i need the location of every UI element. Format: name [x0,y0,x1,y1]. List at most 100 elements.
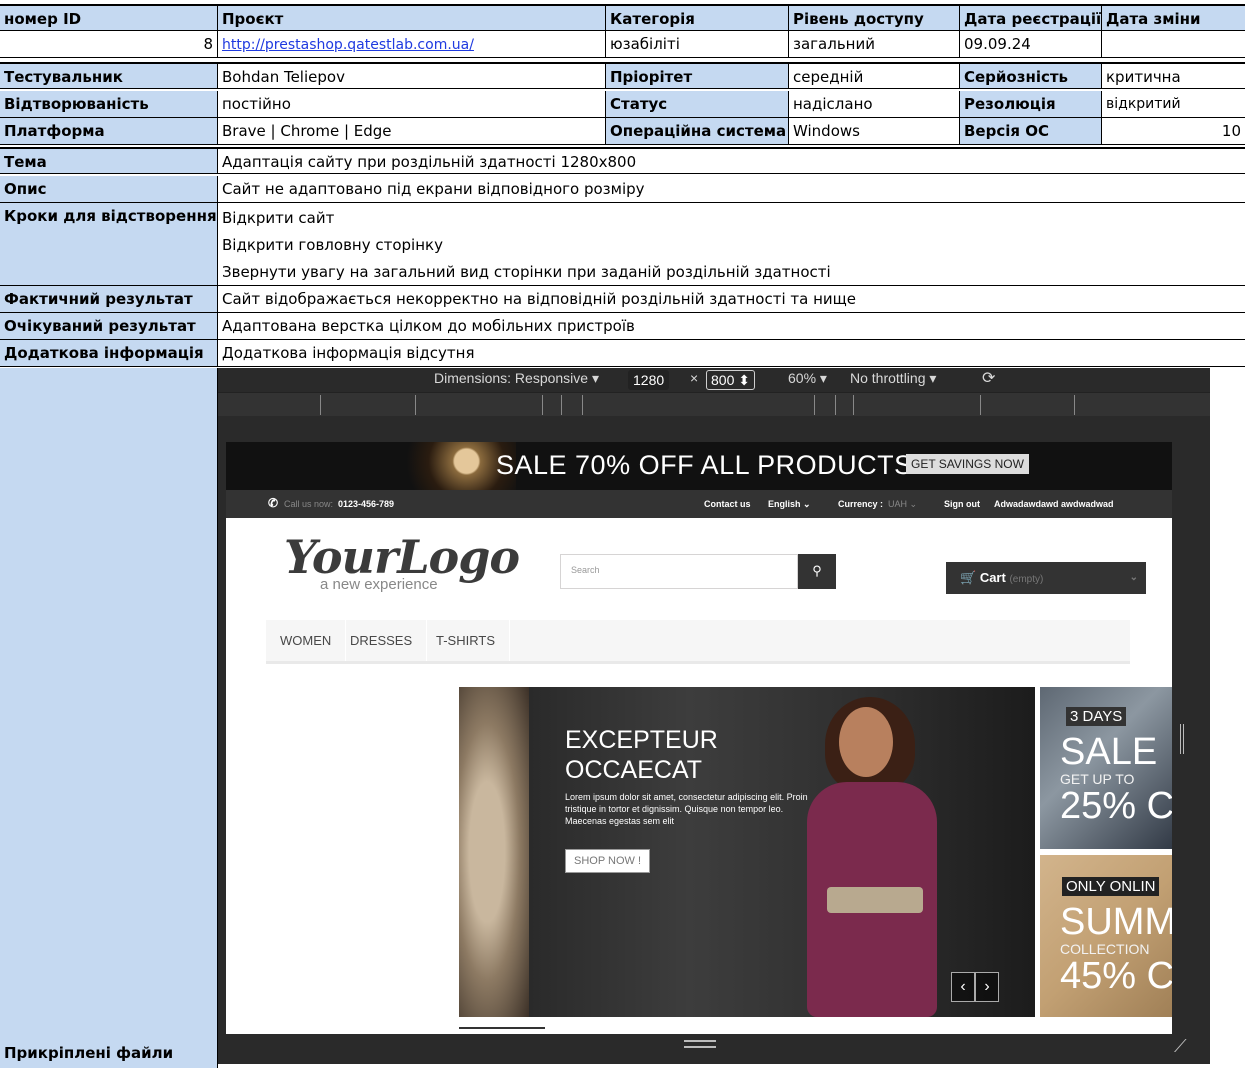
cell-priority[interactable]: середній [789,62,960,89]
attached-screenshot[interactable]: Dimensions: Responsive ▾ 1280 × 800 ⬍ 60… [218,368,1210,1064]
slide-title: EXCEPTEUR OCCAECAT [565,725,718,785]
promo-banner-sale[interactable]: 3 DAYS SALE GET UP TO 25% C [1040,687,1172,849]
logo-tagline: a new experience [320,576,438,593]
rotate-icon[interactable]: ⟳ [982,368,995,388]
label-topic[interactable]: Тема [0,147,218,174]
step-1[interactable]: Відкрити сайт [218,205,1245,232]
label-priority[interactable]: Пріорітет [606,62,789,89]
get-savings-button[interactable]: GET SAVINGS NOW [906,454,1029,474]
main-menu: WOMEN DRESSES T-SHIRTS [266,620,1130,664]
slide-title-line-1: EXCEPTEUR [565,726,718,754]
label-tester[interactable]: Тестувальник [0,62,218,89]
promo2-headline: SUMM [1060,901,1172,943]
cell-topic[interactable]: Адаптація сайту при роздільній здатності… [218,147,1245,174]
shop-now-button[interactable]: SHOP NOW ! [565,849,651,873]
label-severity[interactable]: Серйозність [960,62,1102,89]
dimensions-dropdown[interactable]: Dimensions: Responsive ▾ [434,370,599,387]
label-extra[interactable]: Додаткова інформація [0,340,218,367]
cell-expected[interactable]: Адаптована верстка цілком до мобільних п… [218,313,1245,340]
header-id[interactable]: номер ID [0,4,218,31]
top-nav: ✆ Call us now: 0123-456-789 Contact us E… [226,490,1172,518]
currency-label[interactable]: Currency : [838,499,883,509]
slide-title-line-2: OCCAECAT [565,756,703,784]
label-resolution[interactable]: Резолюція [960,91,1102,118]
label-platform[interactable]: Платформа [0,118,218,145]
search-icon[interactable]: ⚲ [798,554,836,589]
promo1-headline: SALE [1060,731,1158,773]
label-os[interactable]: Операційна система [606,118,789,145]
cell-severity[interactable]: критична [1102,62,1245,89]
width-input[interactable]: 1280 [628,370,670,390]
height-input[interactable]: 800 ⬍ [706,370,755,390]
header-change-date[interactable]: Дата зміни [1102,4,1245,31]
cell-description[interactable]: Сайт не адаптовано під екрани відповідно… [218,176,1245,203]
promo2-tag: ONLY ONLIN [1062,877,1160,896]
label-expected[interactable]: Очікуваний результат [0,313,218,340]
account-link[interactable]: Adwadawdawd awdwadwad [994,499,1114,509]
cell-project[interactable]: http://prestashop.qatestlab.com.ua/ [218,31,606,58]
step-2[interactable]: Відкрити говловну сторінку [218,232,1245,259]
contact-link[interactable]: Contact us [704,499,751,509]
home-slider[interactable]: EXCEPTEUR OCCAECAT Lorem ipsum dolor sit… [459,687,1035,1017]
resize-corner-icon[interactable]: ⟋ [1174,1036,1187,1057]
label-steps[interactable]: Кроки для відстворення [0,203,218,286]
viewport-side-handle[interactable] [1180,724,1184,754]
cell-actual[interactable]: Сайт відображається некорректно на відпо… [218,286,1245,313]
slider-nav: ‹ › [951,972,999,1002]
throttle-dropdown[interactable]: No throttling ▾ [850,370,936,387]
label-attached-files: Прикріплені файли [4,1044,174,1062]
promo-banner-summer[interactable]: ONLY ONLIN SUMM COLLECTION 45% C [1040,855,1172,1017]
label-os-version[interactable]: Версія ОС [960,118,1102,145]
header-reg-date[interactable]: Дата реєстрації [960,4,1102,31]
attached-files-cell[interactable] [0,368,218,1068]
sign-out-link[interactable]: Sign out [944,499,980,509]
cell-category[interactable]: юзабіліті [606,31,789,58]
cart-button[interactable]: 🛒 Cart (empty) ⌄ [946,562,1146,594]
header-access[interactable]: Рівень доступу [789,4,960,31]
label-status[interactable]: Статус [606,91,789,118]
site-viewport[interactable]: SALE 70% OFF ALL PRODUCTS GET SAVINGS NO… [226,442,1172,1034]
cell-access[interactable]: загальний [789,31,960,58]
cell-status[interactable]: надіслано [789,91,960,118]
label-description[interactable]: Опис [0,176,218,203]
menu-item-women[interactable]: WOMEN [266,620,347,661]
cell-extra[interactable]: Додаткова інформація відсутня [218,340,1245,367]
cell-tester[interactable]: Bohdan Teliepov [218,62,606,89]
cart-icon: 🛒 [960,570,977,585]
zoom-dropdown[interactable]: 60% ▾ [788,370,827,387]
cart-status: (empty) [1009,574,1044,585]
label-actual[interactable]: Фактичний результат [0,286,218,313]
cell-platform[interactable]: Brave | Chrome | Edge [218,118,606,145]
project-link[interactable]: http://prestashop.qatestlab.com.ua/ [222,37,474,53]
slider-underline [459,1027,545,1029]
sale-banner[interactable]: SALE 70% OFF ALL PRODUCTS GET SAVINGS NO… [226,442,1172,490]
slide-copy: Lorem ipsum dolor sit amet, consectetur … [565,792,808,826]
cell-reg-date[interactable]: 09.09.24 [960,31,1102,58]
currency-dropdown[interactable]: UAH ⌄ [888,499,917,510]
cell-os-version[interactable]: 10 [1102,118,1245,145]
search-input[interactable]: Search [560,554,798,589]
header-category[interactable]: Категорія [606,4,789,31]
label-repro[interactable]: Відтворюваність [0,91,218,118]
slide-model-image [799,697,949,1017]
cell-change-date[interactable] [1102,31,1245,58]
cell-resolution[interactable]: відкритий [1102,91,1245,118]
menu-item-dresses[interactable]: DRESSES [336,620,428,661]
chevron-right-icon[interactable]: › [975,972,999,1002]
cell-id[interactable]: 8 [0,31,218,58]
chevron-left-icon[interactable]: ‹ [951,972,975,1002]
media-query-ruler[interactable] [218,392,1210,416]
promo2-percent: 45% C [1060,955,1172,997]
times-symbol: × [690,370,699,386]
cell-os[interactable]: Windows [789,118,960,145]
step-3[interactable]: Звернути увагу на загальний вид сторінки… [218,259,1245,286]
menu-item-tshirts[interactable]: T-SHIRTS [422,620,510,661]
cell-repro[interactable]: постійно [218,91,606,118]
viewport-bottom-handle[interactable] [684,1040,716,1048]
promo1-percent: 25% C [1060,785,1172,827]
devtools-toolbar: Dimensions: Responsive ▾ 1280 × 800 ⬍ 60… [218,368,1210,390]
header-project[interactable]: Проєкт [218,4,606,31]
phone-number: 0123-456-789 [338,499,395,509]
language-dropdown[interactable]: English ⌄ [768,499,811,510]
banner-text: SALE 70% OFF ALL PRODUCTS [496,450,913,480]
